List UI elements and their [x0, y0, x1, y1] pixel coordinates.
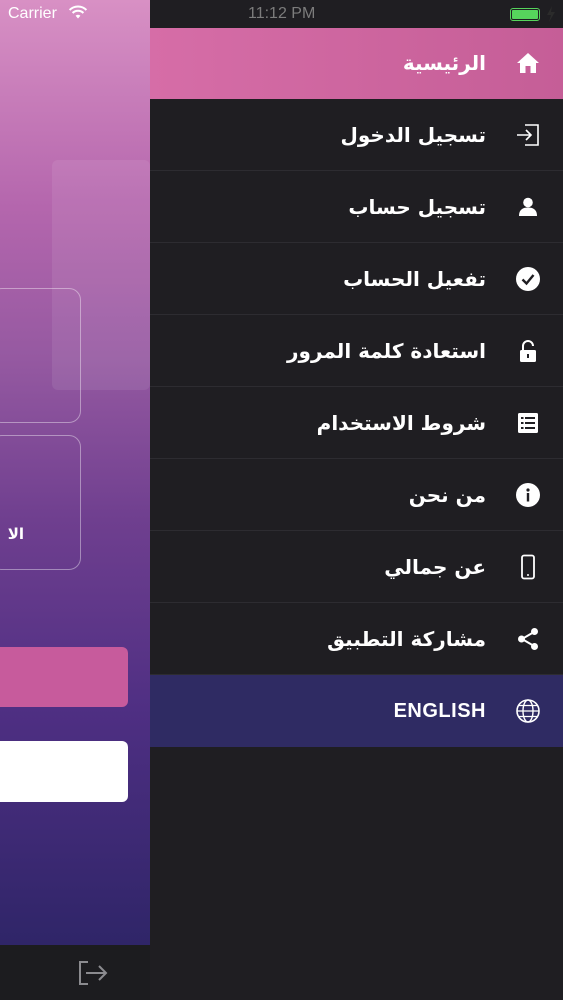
menu-item-label: شروط الاستخدام [316, 411, 486, 435]
secondary-button[interactable] [0, 741, 128, 802]
menu-item-share-app[interactable]: مشاركة التطبيق [150, 603, 563, 675]
status-time: 11:12 PM [248, 5, 316, 22]
globe-icon [515, 698, 541, 724]
status-bar: Carrier 11:12 PM [0, 0, 563, 28]
charging-bolt-icon [546, 6, 556, 22]
menu-item-register[interactable]: تسجيل حساب [150, 171, 563, 243]
primary-button[interactable] [0, 647, 128, 707]
menu-item-about-app[interactable]: عن جمالي [150, 531, 563, 603]
list-icon [515, 410, 541, 436]
input-field-2[interactable] [0, 435, 81, 570]
share-icon [515, 626, 541, 652]
sign-in-icon [515, 122, 541, 148]
side-drawer: الرئيسية تسجيل الدخول تسجيل حساب تفعيل ا… [150, 28, 563, 1000]
input-field-label: الا [7, 525, 24, 543]
menu-item-label: من نحن [408, 483, 486, 507]
logout-icon[interactable] [76, 958, 110, 988]
unlock-icon [515, 338, 541, 364]
mobile-icon [515, 554, 541, 580]
menu-item-login[interactable]: تسجيل الدخول [150, 99, 563, 171]
menu-item-home[interactable]: الرئيسية [150, 28, 563, 99]
user-icon [515, 194, 541, 220]
menu-item-label: تفعيل الحساب [343, 267, 486, 291]
menu-item-label: تسجيل حساب [348, 195, 486, 219]
menu-item-about-us[interactable]: من نحن [150, 459, 563, 531]
menu-item-label: عن جمالي [384, 555, 486, 579]
wifi-icon [68, 4, 88, 20]
input-field-1[interactable] [0, 288, 81, 423]
bottom-bar [0, 945, 150, 1000]
info-icon [515, 482, 541, 508]
background-screen: الا [0, 0, 150, 1000]
carrier-label: Carrier [8, 5, 57, 22]
menu-item-label: مشاركة التطبيق [327, 627, 486, 651]
check-circle-icon [515, 266, 541, 292]
menu-item-label: استعادة كلمة المرور [287, 339, 486, 363]
home-icon [515, 50, 541, 76]
menu-item-activate-account[interactable]: تفعيل الحساب [150, 243, 563, 315]
menu-item-terms[interactable]: شروط الاستخدام [150, 387, 563, 459]
menu-item-reset-password[interactable]: استعادة كلمة المرور [150, 315, 563, 387]
menu-item-label: ENGLISH [393, 700, 486, 722]
battery-icon [510, 8, 540, 21]
menu-item-label: تسجيل الدخول [340, 123, 486, 147]
menu-item-language[interactable]: ENGLISH [150, 675, 563, 747]
menu-item-label: الرئيسية [402, 51, 486, 75]
